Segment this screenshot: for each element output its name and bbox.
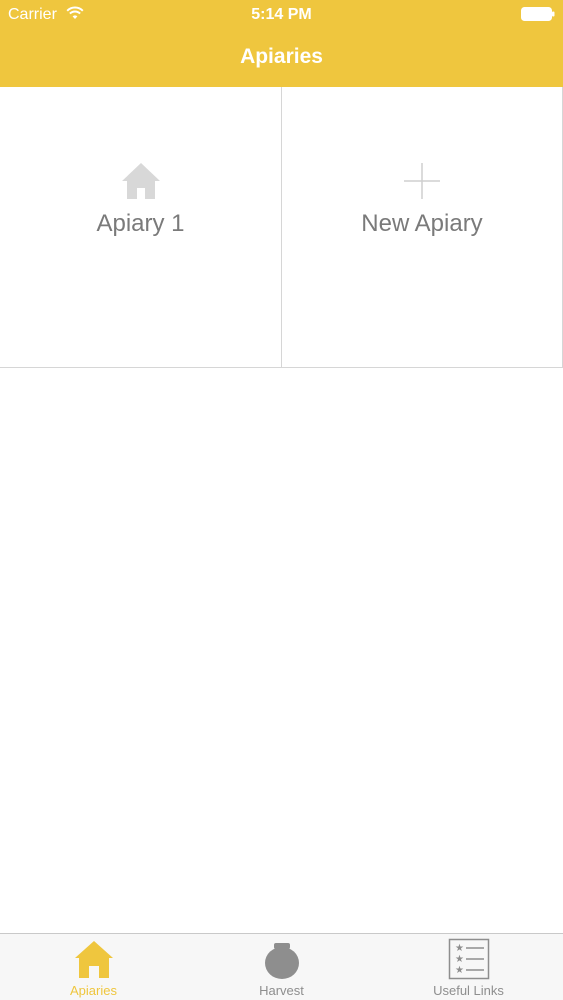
star-list-icon: ★ ★ ★ [448,938,489,980]
tab-useful-links[interactable]: ★ ★ ★ Useful Links [375,934,562,1000]
new-apiary-label: New Apiary [361,210,483,237]
house-icon [74,941,113,978]
new-apiary-button[interactable]: New Apiary [282,87,563,368]
tab-apiaries[interactable]: Apiaries [0,934,187,1000]
honey-pot-icon [264,943,299,979]
plus-icon [404,163,440,199]
svg-text:★: ★ [455,965,464,976]
tab-label: Apiaries [70,983,117,998]
tab-label: Harvest [259,983,304,998]
battery-icon [521,7,555,21]
tab-bar: Apiaries Harvest ★ ★ ★ Useful Links [0,933,563,1000]
status-time: 5:14 PM [251,6,312,23]
apiary-label: Apiary 1 [96,210,185,237]
status-bar: Carrier 5:14 PM [0,0,563,30]
apiary-grid: Apiary 1 New Apiary [0,87,563,369]
svg-text:★: ★ [455,943,464,954]
tab-harvest[interactable]: Harvest [188,934,375,1000]
app-screen: Carrier 5:14 PM Apiaries Apiary 1 New Ap… [0,0,563,1000]
tab-label: Useful Links [433,983,504,998]
svg-text:★: ★ [455,954,464,965]
page-title: Apiaries [240,45,323,68]
header: Carrier 5:14 PM Apiaries [0,0,563,87]
apiary-tile[interactable]: Apiary 1 [0,87,282,368]
house-icon [121,163,160,199]
